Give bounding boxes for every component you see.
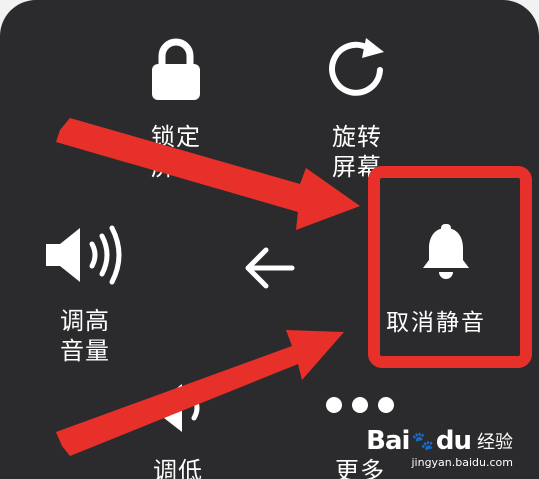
watermark-experience: 经验 [477,432,513,453]
volume-down-label: 调低 [153,457,203,479]
rotate-screen-button[interactable]: 旋转屏幕 [322,36,392,182]
unmute-button[interactable]: 取消静音 [386,224,486,338]
lock-screen-label: 锁定屏幕 [151,123,201,181]
rotate-icon [322,36,392,102]
paw-icon: 🐾 [411,430,434,452]
lock-icon [148,36,204,102]
bell-icon [419,224,473,282]
back-button[interactable] [242,246,296,290]
baidu-watermark: Bai 🐾 du 经验 jingyan.baidu.com [366,426,513,469]
unmute-label: 取消静音 [386,310,486,336]
assistive-touch-panel: 锁定屏幕 旋转屏幕 调高音量 取消静音 调低 更多 [0,0,539,479]
watermark-url: jingyan.baidu.com [411,456,513,469]
rotate-screen-label: 旋转屏幕 [332,123,382,181]
volume-up-button[interactable]: 调高音量 [42,222,128,366]
arrow-left-icon [242,246,296,290]
watermark-brand-suffix: du [435,426,472,456]
volume-down-icon [148,380,208,436]
watermark-brand: Bai [366,426,410,456]
volume-down-button[interactable]: 调低 [148,380,208,479]
more-dots-icon [322,392,398,418]
volume-up-label: 调高音量 [60,307,110,365]
lock-screen-button[interactable]: 锁定屏幕 [146,36,206,182]
volume-up-icon [42,222,128,288]
